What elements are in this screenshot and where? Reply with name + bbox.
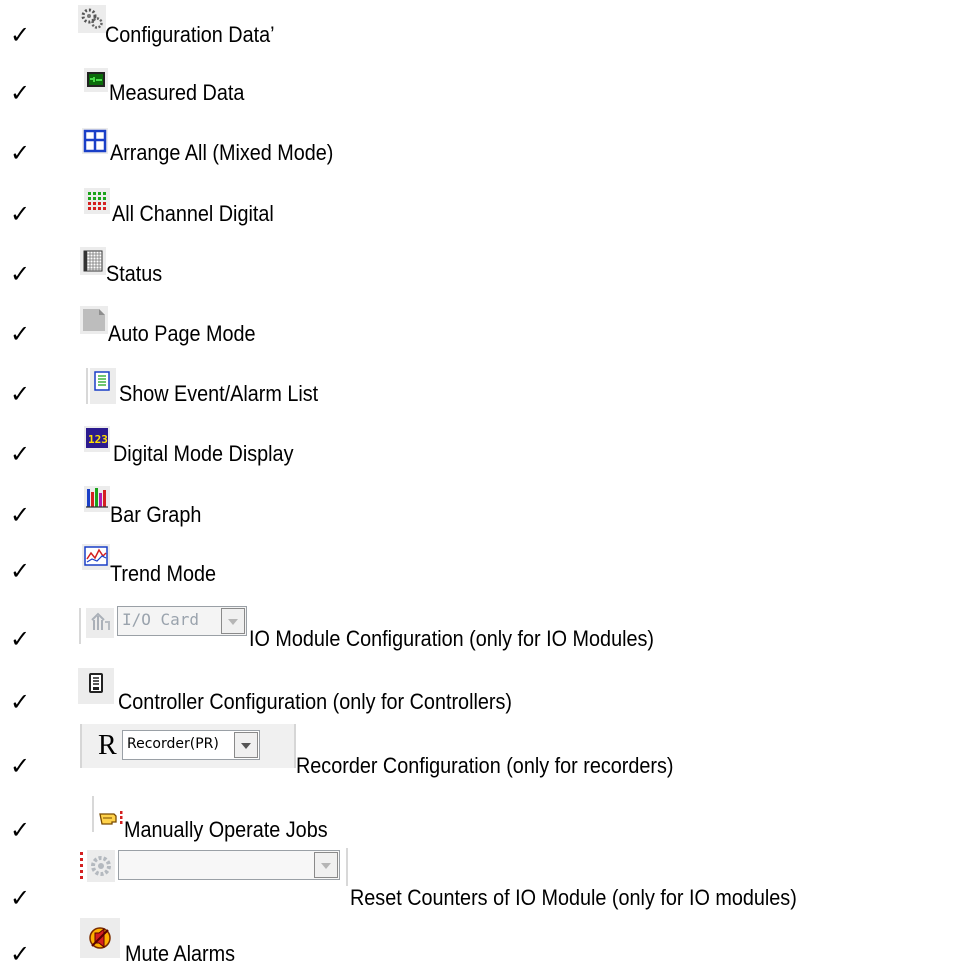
check-mark: ✓: [10, 440, 31, 468]
check-mark: ✓: [10, 816, 31, 844]
item-label: Trend Mode: [110, 561, 217, 586]
chevron-down-icon[interactable]: [314, 852, 338, 878]
status-grid-icon[interactable]: [80, 247, 106, 275]
item-label: Recorder Configuration (only for recorde…: [296, 753, 674, 778]
check-mark: ✓: [10, 21, 31, 49]
gears-icon[interactable]: [78, 5, 106, 33]
check-mark: ✓: [10, 688, 31, 716]
combo-value: Recorder(PR): [127, 736, 219, 752]
list-item: ✓ Controller Configuration (only for Con…: [0, 660, 964, 720]
item-label: Manually Operate Jobs: [124, 817, 328, 842]
check-mark: ✓: [10, 139, 31, 167]
list-item: ✓ I/O Card IO Module Configuration (only…: [0, 600, 964, 660]
toolbar-separator: [79, 608, 81, 644]
item-label: Arrange All (Mixed Mode): [110, 140, 334, 165]
item-label: Digital Mode Display: [113, 441, 294, 466]
list-item: ✓ Show Event/Alarm List: [0, 360, 964, 420]
list-item: ✓ Bar Graph: [0, 480, 964, 540]
reset-counter-icon[interactable]: [87, 850, 115, 882]
controller-icon[interactable]: [78, 668, 114, 704]
check-mark: ✓: [10, 625, 31, 653]
check-mark: ✓: [10, 79, 31, 107]
reset-counter-combo[interactable]: [118, 850, 340, 880]
list-item: ✓ Mute Alarms: [0, 900, 964, 966]
check-mark: ✓: [10, 260, 31, 288]
item-label: Auto Page Mode: [108, 321, 256, 346]
check-mark: ✓: [10, 320, 31, 348]
list-item: ✓ 123 Digital Mode Display: [0, 420, 964, 480]
check-mark: ✓: [10, 752, 31, 780]
digital-grid-icon[interactable]: [84, 188, 110, 214]
list-item: ✓ Reset Counters of IO Module (only for …: [0, 840, 964, 910]
io-card-icon[interactable]: [86, 608, 114, 638]
list-item: ✓ Manually Operate Jobs: [0, 780, 964, 844]
item-label: Mute Alarms: [125, 941, 236, 966]
combo-value: I/O Card: [122, 610, 200, 629]
item-label: Bar Graph: [110, 502, 202, 527]
item-label: All Channel Digital: [112, 201, 274, 226]
list-item: ✓ Trend Mode: [0, 540, 964, 600]
item-label: Configuration Data’: [105, 22, 275, 47]
toolbar-separator: [92, 796, 94, 832]
recorder-combo[interactable]: Recorder(PR): [122, 730, 260, 760]
item-label: Status: [106, 261, 163, 286]
event-list-icon[interactable]: [90, 368, 116, 404]
digital-123-icon[interactable]: 123: [84, 426, 110, 452]
svg-text:123: 123: [88, 433, 108, 446]
check-mark: ✓: [10, 940, 31, 968]
monitor-icon[interactable]: [84, 68, 108, 92]
recorder-r-icon[interactable]: R: [98, 732, 117, 760]
hand-pointer-icon[interactable]: [97, 806, 127, 832]
io-card-combo[interactable]: I/O Card: [117, 606, 247, 636]
item-label: Measured Data: [109, 80, 245, 105]
check-mark: ✓: [10, 557, 31, 585]
check-mark: ✓: [10, 501, 31, 529]
list-item: ✓ Configuration Data’: [0, 0, 964, 60]
check-mark: ✓: [10, 200, 31, 228]
list-item: ✓ R Recorder(PR) Recorder Configuration …: [0, 720, 964, 780]
item-label: Show Event/Alarm List: [119, 381, 319, 406]
toolbar-separator: [86, 368, 88, 404]
list-item: ✓ Status: [0, 240, 964, 300]
chevron-down-icon[interactable]: [234, 732, 258, 758]
list-item: ✓ Auto Page Mode: [0, 300, 964, 360]
toolbar-separator: [346, 848, 348, 886]
tile-windows-icon[interactable]: [82, 128, 108, 154]
list-item: ✓ All Channel Digital: [0, 180, 964, 240]
item-label: IO Module Configuration (only for IO Mod…: [249, 626, 654, 651]
bar-graph-icon[interactable]: [84, 486, 110, 512]
toolbar-grip: [80, 852, 83, 880]
list-item: ✓ Arrange All (Mixed Mode): [0, 120, 964, 180]
page-fold-icon[interactable]: [80, 306, 108, 334]
mute-alarm-icon[interactable]: [80, 918, 120, 958]
item-label: Controller Configuration (only for Contr…: [118, 689, 512, 714]
check-mark: ✓: [10, 380, 31, 408]
list-item: ✓ Measured Data: [0, 60, 964, 120]
chevron-down-icon[interactable]: [221, 608, 245, 634]
trend-icon[interactable]: [82, 544, 110, 570]
